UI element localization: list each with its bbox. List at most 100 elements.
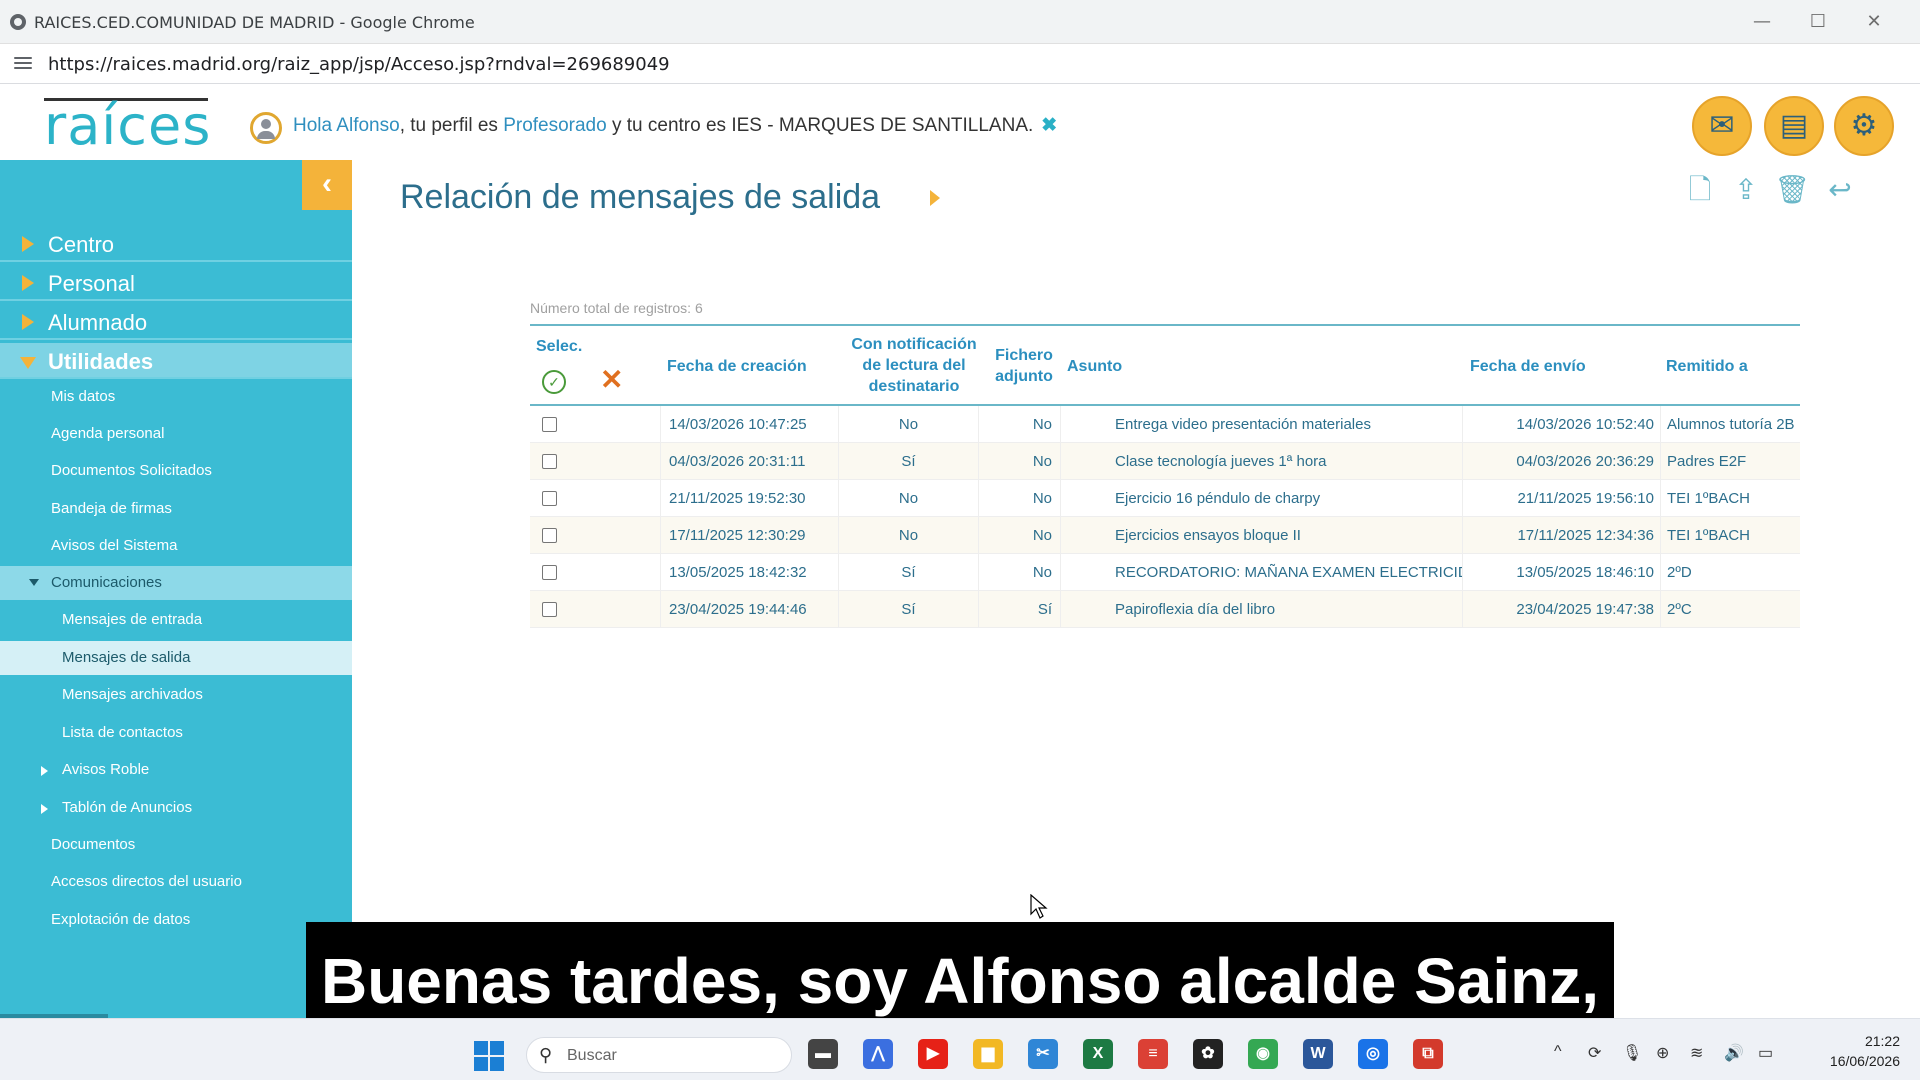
column-subject[interactable]: Asunto xyxy=(1067,356,1122,377)
column-created[interactable]: Fecha de creación xyxy=(667,356,807,377)
pdf-icon[interactable]: ⧉ xyxy=(1413,1039,1443,1069)
chrome-profile-icon[interactable]: ◎ xyxy=(1358,1039,1388,1069)
sidebar-item-mensajes-de-entrada[interactable]: Mensajes de entrada xyxy=(0,603,352,637)
folder-icon[interactable]: ▆ xyxy=(973,1039,1003,1069)
sidebar-item-centro[interactable]: Centro xyxy=(0,226,352,262)
excel-icon[interactable]: X xyxy=(1083,1039,1113,1069)
cell-attachment: No xyxy=(978,443,1060,480)
sidebar-item-label: Mensajes de salida xyxy=(62,649,191,666)
sidebar-item-bandeja-de-firmas[interactable]: Bandeja de firmas xyxy=(0,492,352,526)
sidebar-item-lista-de-contactos[interactable]: Lista de contactos xyxy=(0,716,352,750)
column-select: Selec. xyxy=(536,338,583,355)
row-checkbox[interactable] xyxy=(542,565,557,580)
table-row[interactable]: 14/03/2026 10:47:25 No No Entrega video … xyxy=(530,406,1800,443)
tray-icon[interactable]: 🔊 xyxy=(1724,1043,1744,1063)
sidebar-item-avisos-roble[interactable]: Avisos Roble xyxy=(0,753,352,787)
snipping-icon[interactable]: ✂ xyxy=(1028,1039,1058,1069)
sidebar-item-mis-datos[interactable]: Mis datos xyxy=(0,380,352,414)
site-settings-icon[interactable] xyxy=(14,54,32,72)
change-center-icon[interactable]: ✖ xyxy=(1041,115,1057,136)
sidebar-item-alumnado[interactable]: Alumnado xyxy=(0,304,352,340)
sidebar-item-comunicaciones[interactable]: Comunicaciones xyxy=(0,566,352,600)
cell-sent: 21/11/2025 19:56:10 xyxy=(1462,480,1660,517)
row-checkbox[interactable] xyxy=(542,528,557,543)
sidebar-item-mensajes-archivados[interactable]: Mensajes archivados xyxy=(0,678,352,712)
todoist-icon[interactable]: ≡ xyxy=(1138,1039,1168,1069)
trash-icon[interactable]: 🗑 xyxy=(1774,172,1810,208)
tray-icon[interactable]: ⊕ xyxy=(1656,1043,1669,1063)
word-icon[interactable]: W xyxy=(1303,1039,1333,1069)
column-sent[interactable]: Fecha de envío xyxy=(1470,356,1586,377)
documents-icon[interactable]: ▤ xyxy=(1764,96,1824,156)
column-recipient[interactable]: Remitido a xyxy=(1666,356,1748,377)
row-checkbox[interactable] xyxy=(542,491,557,506)
sidebar-item-utilidades[interactable]: Utilidades xyxy=(0,343,352,379)
windows-start-icon[interactable] xyxy=(474,1041,504,1071)
cell-created: 23/04/2025 19:44:46 xyxy=(660,591,838,628)
row-checkbox[interactable] xyxy=(542,417,557,432)
table-row[interactable]: 17/11/2025 12:30:29 No No Ejercicios ens… xyxy=(530,517,1800,554)
sidebar-item-label: Explotación de datos xyxy=(51,911,191,928)
deselect-all-icon[interactable]: ✕ xyxy=(600,366,623,394)
table-row[interactable]: 21/11/2025 19:52:30 No No Ejercicio 16 p… xyxy=(530,480,1800,517)
site-favicon-icon xyxy=(10,14,26,30)
cell-subject[interactable]: Ejercicios ensayos bloque II xyxy=(1060,517,1462,554)
tray-icon[interactable]: 🎙 xyxy=(1622,1043,1642,1063)
address-bar: https://raices.madrid.org/raiz_app/jsp/A… xyxy=(0,44,1920,84)
copilot-icon[interactable]: ⋀ xyxy=(863,1039,893,1069)
cell-subject[interactable]: Papiroflexia día del libro xyxy=(1060,591,1462,628)
maximize-button[interactable]: ☐ xyxy=(1804,10,1832,34)
cell-recipient: 2ºD xyxy=(1660,554,1800,591)
raices-logo[interactable]: raíces xyxy=(44,94,211,157)
sidebar-collapse-button[interactable]: ‹ xyxy=(302,160,352,210)
row-checkbox[interactable] xyxy=(542,602,557,617)
cell-subject[interactable]: Ejercicio 16 péndulo de charpy xyxy=(1060,480,1462,517)
cell-attachment: No xyxy=(978,480,1060,517)
cell-notify: No xyxy=(838,406,978,443)
sidebar-item-label: Avisos del Sistema xyxy=(51,537,178,554)
sidebar-item-agenda-personal[interactable]: Agenda personal xyxy=(0,417,352,451)
cell-subject[interactable]: Clase tecnología jueves 1ª hora xyxy=(1060,443,1462,480)
minimize-button[interactable]: — xyxy=(1748,10,1776,34)
sidebar-item-documentos[interactable]: Documentos xyxy=(0,828,352,862)
sidebar-item-personal[interactable]: Personal xyxy=(0,265,352,301)
cell-created: 04/03/2026 20:31:11 xyxy=(660,443,838,480)
chatgpt-icon[interactable]: ✿ xyxy=(1193,1039,1223,1069)
new-message-icon[interactable]: 🗋 xyxy=(1682,172,1718,208)
url-field[interactable]: https://raices.madrid.org/raiz_app/jsp/A… xyxy=(48,54,670,75)
tray-icon[interactable]: ^ xyxy=(1554,1043,1562,1061)
table-row[interactable]: 04/03/2026 20:31:11 Sí No Clase tecnolog… xyxy=(530,443,1800,480)
taskbar: ⚲ Buscar ▬ ⋀ ▶ ▆ ✂ X ≡ ✿ ◉ W ◎ ⧉ ^ ⟳ 🎙 ⊕ ≋ 🔊 ▭ 21:22 16/0… xyxy=(0,1018,1920,1080)
reply-icon[interactable]: ↩ xyxy=(1822,172,1858,208)
sidebar-item-accesos-directos[interactable]: Accesos directos del usuario xyxy=(0,865,352,899)
close-button[interactable]: ✕ xyxy=(1860,10,1888,34)
youtube-icon[interactable]: ▶ xyxy=(918,1039,948,1069)
sidebar-item-mensajes-de-salida[interactable]: Mensajes de salida xyxy=(0,641,352,675)
chrome-icon[interactable]: ◉ xyxy=(1248,1039,1278,1069)
sidebar-item-explotacion-de-datos[interactable]: Explotación de datos xyxy=(0,903,352,937)
settings-icon[interactable]: ⚙ xyxy=(1834,96,1894,156)
column-read-notification[interactable]: Con notificación de lectura del destinat… xyxy=(844,334,984,397)
sidebar-item-label: Mensajes de entrada xyxy=(62,611,203,628)
tray-icon[interactable]: ▭ xyxy=(1758,1043,1773,1063)
row-checkbox[interactable] xyxy=(542,454,557,469)
sidebar-item-documentos-solicitados[interactable]: Documentos Solicitados xyxy=(0,454,352,488)
select-all-icon[interactable]: ✓ xyxy=(542,370,566,394)
table-row[interactable]: 13/05/2025 18:42:32 Sí No RECORDATORIO: … xyxy=(530,554,1800,591)
tray-icon[interactable]: ≋ xyxy=(1690,1043,1703,1063)
total-records: Número total de registros: 6 xyxy=(530,300,703,316)
cell-subject[interactable]: RECORDATORIO: MAÑANA EXAMEN ELECTRICIDAD xyxy=(1060,554,1462,591)
taskbar-clock[interactable]: 21:22 16/06/2026 xyxy=(1810,1031,1900,1071)
tray-icon[interactable]: ⟳ xyxy=(1588,1043,1601,1063)
export-icon[interactable]: ⇪ xyxy=(1728,172,1764,208)
mail-icon[interactable]: ✉ xyxy=(1692,96,1752,156)
file-explorer-icon[interactable]: ▬ xyxy=(808,1039,838,1069)
cell-subject[interactable]: Entrega video presentación materiales xyxy=(1060,406,1462,443)
sidebar-item-avisos-del-sistema[interactable]: Avisos del Sistema xyxy=(0,529,352,563)
taskbar-search[interactable]: ⚲ Buscar xyxy=(526,1037,792,1073)
row-select-cell xyxy=(530,517,660,554)
sidebar-item-tablon-de-anuncios[interactable]: Tablón de Anuncios xyxy=(0,791,352,825)
table-body: 14/03/2026 10:47:25 No No Entrega video … xyxy=(530,406,1800,628)
column-attachment[interactable]: Fichero adjunto xyxy=(984,345,1064,387)
table-row[interactable]: 23/04/2025 19:44:46 Sí Sí Papiroflexia d… xyxy=(530,591,1800,628)
